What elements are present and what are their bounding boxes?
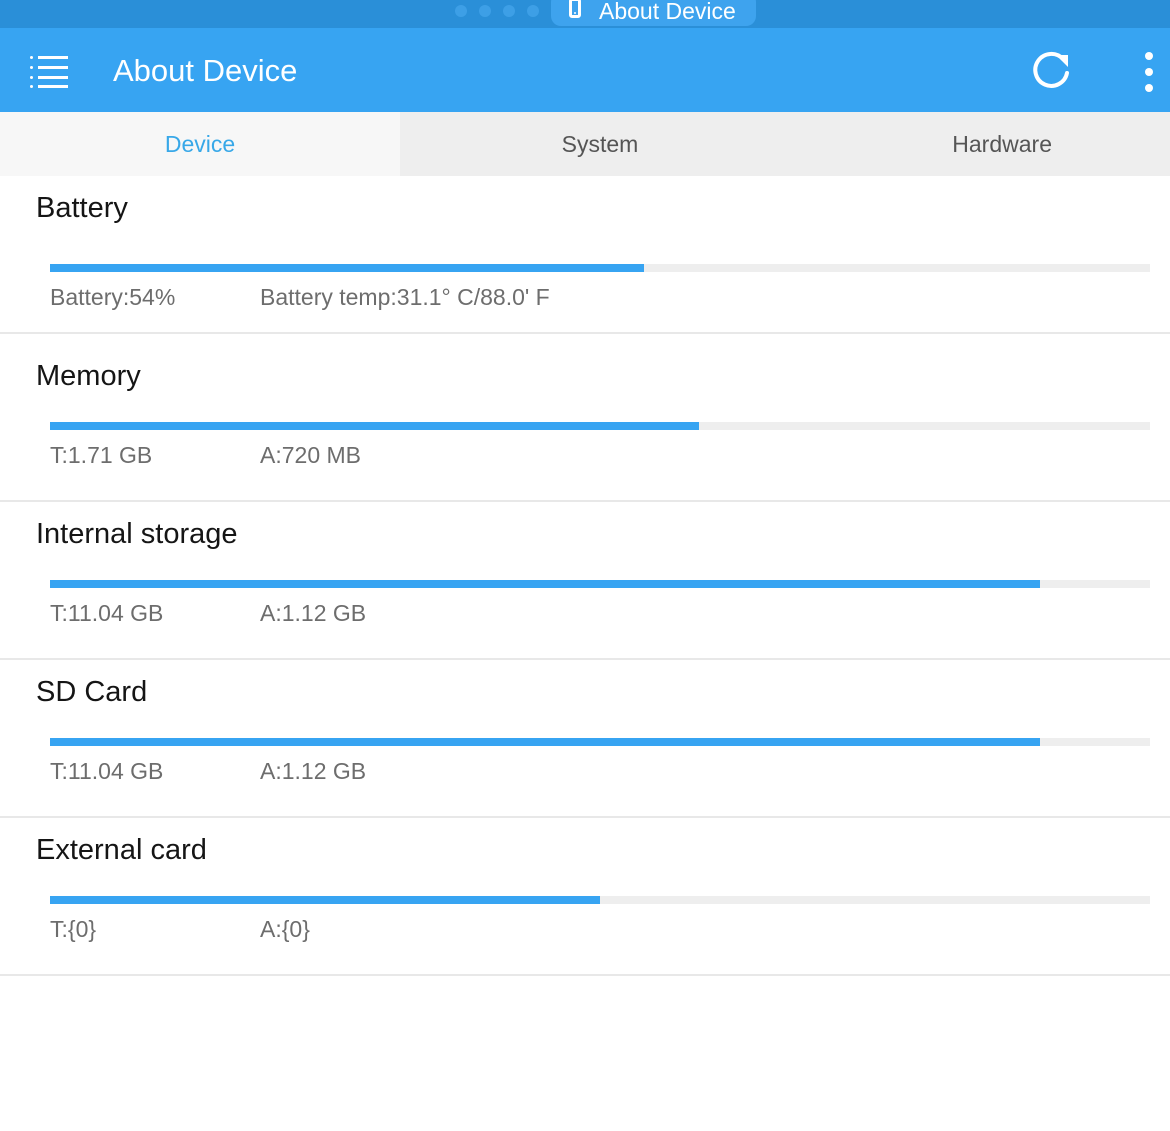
battery-temp-text: Battery temp:31.1° C/88.0' F	[260, 284, 550, 310]
internal-storage-total-text: T:11.04 GB	[50, 600, 164, 626]
battery-progress-track	[50, 264, 1150, 272]
page-dot	[527, 5, 539, 17]
app-indicator-label: About Device	[599, 0, 736, 24]
external-card-available-text: A:{0}	[260, 916, 310, 942]
section-title: Memory	[36, 360, 141, 392]
sd-card-available-text: A:1.12 GB	[260, 758, 367, 784]
app-bar: About Device	[0, 28, 1170, 112]
page-title: About Device	[113, 53, 298, 88]
status-strip: About Device	[0, 0, 1170, 28]
section-title: Internal storage	[36, 518, 238, 550]
menu-icon[interactable]	[30, 54, 70, 88]
memory-section: Memory T:1.71 GB A:720 MB	[0, 344, 1170, 502]
tab-device[interactable]: Device	[0, 112, 400, 176]
sd-card-total-text: T:11.04 GB	[50, 758, 164, 784]
memory-progress-fill	[50, 422, 699, 430]
refresh-icon[interactable]	[1029, 49, 1073, 93]
app-indicator-pill[interactable]: About Device	[551, 0, 756, 26]
battery-progress-fill	[50, 264, 644, 272]
memory-available-text: A:720 MB	[260, 442, 361, 468]
internal-storage-progress-fill	[50, 580, 1040, 588]
tab-system[interactable]: System	[400, 112, 800, 176]
internal-storage-progress-track	[50, 580, 1150, 588]
internal-storage-section: Internal storage T:11.04 GB A:1.12 GB	[0, 502, 1170, 660]
memory-progress-track	[50, 422, 1150, 430]
battery-section: Battery Battery:54% Battery temp:31.1° C…	[0, 176, 1170, 334]
section-title: SD Card	[36, 676, 148, 708]
section-title: External card	[36, 834, 207, 866]
sd-card-progress-track	[50, 738, 1150, 746]
external-card-progress-fill	[50, 896, 600, 904]
internal-storage-available-text: A:1.12 GB	[260, 600, 367, 626]
external-card-total-text: T:{0}	[50, 916, 97, 942]
page-dot	[503, 5, 515, 17]
external-card-section: External card T:{0} A:{0}	[0, 818, 1170, 976]
section-title: Battery	[36, 192, 128, 224]
external-card-progress-track	[50, 896, 1150, 904]
sd-card-progress-fill	[50, 738, 1040, 746]
tab-hardware[interactable]: Hardware	[800, 112, 1170, 176]
battery-level-text: Battery:54%	[50, 284, 176, 310]
phone-icon	[569, 0, 581, 18]
tab-bar: Device System Hardware	[0, 112, 1170, 176]
page-dot	[455, 5, 467, 17]
more-vert-icon[interactable]	[1140, 50, 1158, 94]
memory-total-text: T:1.71 GB	[50, 442, 153, 468]
sd-card-section: SD Card T:11.04 GB A:1.12 GB	[0, 660, 1170, 818]
page-dot	[479, 5, 491, 17]
page-indicator-dots	[455, 5, 539, 17]
